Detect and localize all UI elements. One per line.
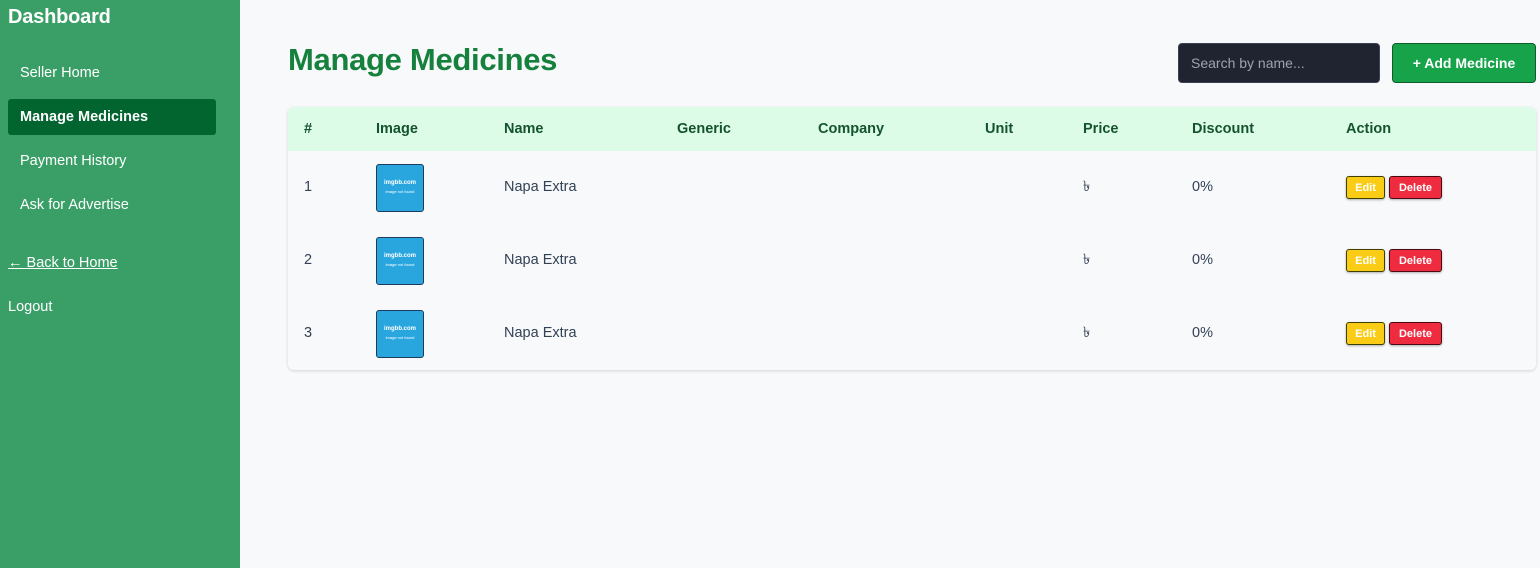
medicine-discount: 0%	[1192, 325, 1213, 341]
image-placeholder-subtext: image not found	[385, 262, 415, 267]
add-medicine-button[interactable]: + Add Medicine	[1392, 43, 1536, 83]
image-placeholder-text: imgbb.com	[383, 326, 416, 332]
image-placeholder-subtext: image not found	[385, 335, 415, 340]
column-header-generic: Generic	[677, 121, 731, 137]
column-header-unit: Unit	[985, 121, 1014, 137]
sidebar-item-seller-home[interactable]: Seller Home	[8, 55, 216, 91]
table-row: 2 imgbb.com image not found Napa Extra ৳…	[288, 224, 1536, 297]
table-row: 1 imgbb.com image not found Napa Extra ৳…	[288, 151, 1536, 224]
column-header-index: #	[304, 121, 313, 137]
delete-button[interactable]: Delete	[1389, 249, 1442, 272]
page-title: Manage Medicines	[288, 42, 558, 77]
image-placeholder-text: imgbb.com	[383, 253, 416, 259]
sidebar-item-ask-for-advertise[interactable]: Ask for Advertise	[8, 187, 216, 223]
medicines-table: # Image Name Generic Company Unit Price …	[288, 107, 1536, 370]
row-index: 3	[304, 325, 313, 341]
column-header-image: Image	[376, 121, 418, 137]
sidebar: Dashboard Seller Home Manage Medicines P…	[0, 0, 240, 568]
row-index: 1	[304, 179, 313, 195]
medicine-name: Napa Extra	[504, 179, 577, 195]
column-header-company: Company	[818, 121, 885, 137]
medicine-discount: 0%	[1192, 179, 1213, 195]
edit-button[interactable]: Edit	[1346, 176, 1385, 199]
logout-link[interactable]: Logout	[8, 299, 52, 315]
medicine-name: Napa Extra	[504, 252, 577, 268]
image-placeholder-subtext: image not found	[385, 189, 415, 194]
delete-button[interactable]: Delete	[1389, 322, 1442, 345]
table-row: 3 imgbb.com image not found Napa Extra ৳…	[288, 297, 1536, 370]
medicine-image: imgbb.com image not found	[376, 310, 424, 358]
edit-button[interactable]: Edit	[1346, 249, 1385, 272]
medicine-image: imgbb.com image not found	[376, 237, 424, 285]
column-header-action: Action	[1346, 121, 1392, 137]
column-header-discount: Discount	[1192, 121, 1255, 137]
row-index: 2	[304, 252, 313, 268]
delete-button[interactable]: Delete	[1389, 176, 1442, 199]
medicine-price: ৳	[1083, 252, 1091, 268]
medicine-name: Napa Extra	[504, 325, 577, 341]
sidebar-nav: Seller Home Manage Medicines Payment His…	[8, 55, 216, 231]
sidebar-brand: Dashboard	[8, 6, 111, 28]
search-input[interactable]	[1178, 43, 1380, 83]
column-header-name: Name	[504, 121, 544, 137]
sidebar-item-payment-history[interactable]: Payment History	[8, 143, 216, 179]
medicine-discount: 0%	[1192, 252, 1213, 268]
image-placeholder-text: imgbb.com	[383, 180, 416, 186]
column-header-price: Price	[1083, 121, 1119, 137]
medicine-price: ৳	[1083, 325, 1091, 341]
edit-button[interactable]: Edit	[1346, 322, 1385, 345]
medicine-image: imgbb.com image not found	[376, 164, 424, 212]
back-to-home-link[interactable]: ← Back to Home	[8, 255, 118, 271]
medicine-price: ৳	[1083, 179, 1091, 195]
sidebar-item-manage-medicines[interactable]: Manage Medicines	[8, 99, 216, 135]
table-header: # Image Name Generic Company Unit Price …	[288, 107, 1536, 151]
